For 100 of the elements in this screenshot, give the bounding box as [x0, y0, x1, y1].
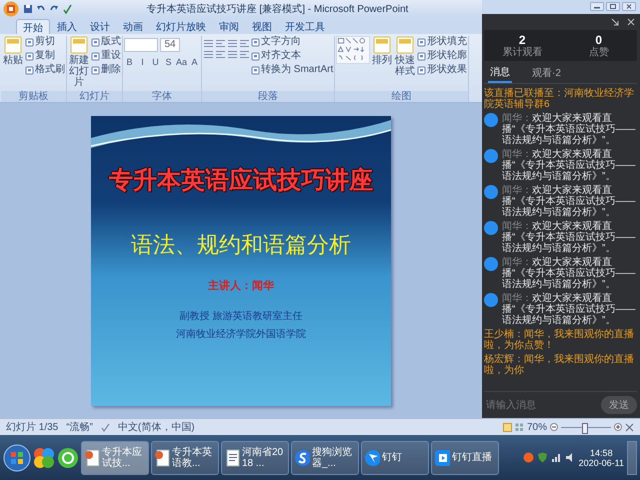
format-button[interactable]: A — [189, 56, 200, 68]
ribbon-button[interactable]: 版式 — [91, 36, 121, 48]
save-icon[interactable] — [23, 4, 33, 14]
chat-message: 杨宏辉：闻华，我来围观你的直播啦，为你 — [484, 354, 635, 376]
align-icon[interactable] — [227, 49, 238, 59]
stat-value: 2 — [518, 33, 526, 47]
document-icon — [154, 448, 170, 466]
align-icon[interactable] — [239, 49, 250, 59]
office-button[interactable] — [3, 1, 19, 17]
avatar-icon — [484, 113, 498, 127]
align-icon[interactable] — [215, 49, 226, 59]
ribbon-tab[interactable]: 开始 — [16, 19, 50, 34]
ribbon-button[interactable]: 转换为 SmartArt — [251, 64, 334, 76]
start-button[interactable] — [3, 444, 31, 472]
ribbon-button[interactable]: 形状效果 — [417, 64, 468, 76]
taskbar-button[interactable]: 河南省2018 ... — [221, 440, 289, 474]
minimize-button[interactable] — [590, 2, 604, 11]
network-icon[interactable] — [550, 452, 562, 463]
document-icon — [224, 448, 240, 466]
fit-window-icon[interactable] — [625, 422, 634, 432]
command-icon — [373, 36, 392, 54]
command-icon — [417, 66, 426, 74]
ribbon-button[interactable]: 重设 — [91, 50, 121, 62]
taskbar-button[interactable]: 搜狗浏览器_... — [291, 440, 359, 474]
zoom-in-icon[interactable] — [614, 423, 622, 431]
ribbon-button[interactable]: 删除 — [91, 64, 121, 76]
status-text: 幻灯片 1/35 — [6, 420, 58, 434]
ribbon-button[interactable]: 文字方向 — [251, 36, 334, 48]
status-text: 中文(简体，中国) — [118, 420, 195, 434]
zoom-out-icon[interactable] — [550, 423, 558, 431]
format-button[interactable]: S — [163, 56, 174, 68]
taskbar-button[interactable]: 专升本英语教... — [151, 440, 219, 474]
taskbar-button[interactable]: 钉钉直播 — [431, 440, 499, 474]
presenter-name: 主讲人：闻华 — [208, 278, 274, 292]
video-icon — [434, 448, 450, 466]
maximize-button[interactable] — [606, 2, 620, 11]
panel-tab[interactable]: 消息 — [488, 64, 512, 83]
shrink-icon[interactable] — [611, 18, 619, 26]
font-name-field[interactable] — [124, 38, 158, 52]
command-icon — [396, 36, 414, 54]
format-button[interactable]: B — [124, 56, 135, 68]
taskbar-button[interactable]: 钉钉 — [361, 440, 429, 474]
chat-message: 闻华：欢迎大家来观看直播“《专升本英语应试技巧——语法规约与语篇分析》”。 — [502, 113, 636, 146]
format-button[interactable]: U — [150, 56, 161, 68]
command-icon — [70, 36, 88, 54]
zoom-level[interactable]: 70% — [526, 422, 547, 432]
command-icon — [91, 52, 100, 60]
command-icon — [251, 38, 260, 46]
command-icon — [25, 52, 34, 60]
notice-text: 该直播已联播至：河南牧业经济学院英语辅导群6 — [484, 88, 635, 110]
command-icon — [91, 38, 100, 46]
clock-time[interactable]: 14:58 — [590, 448, 613, 458]
list-icon[interactable] — [227, 38, 238, 48]
font-size-field[interactable]: 54 — [160, 38, 180, 52]
chat-message: 闻华：欢迎大家来观看直播“《专升本英语应试技巧——语法规约与语篇分析》”。 — [502, 293, 636, 326]
spelling-icon[interactable] — [62, 4, 72, 14]
ribbon-button[interactable]: 剪切 — [25, 36, 65, 48]
ribbon-button[interactable]: 对齐文本 — [251, 50, 334, 62]
list-icon[interactable] — [239, 38, 250, 48]
ribbon-button[interactable]: 排列 — [371, 36, 394, 66]
panel-tab[interactable]: 观看·2 — [530, 64, 563, 83]
pinwheel-icon[interactable] — [33, 446, 55, 468]
format-button[interactable]: I — [137, 56, 148, 68]
send-button[interactable]: 发送 — [601, 396, 637, 414]
zoom-slider-thumb[interactable] — [582, 422, 588, 434]
clock-date[interactable]: 2020-06-11 — [578, 458, 624, 468]
align-icon[interactable] — [203, 49, 214, 59]
shapes-gallery[interactable] — [336, 36, 370, 64]
ribbon-button[interactable]: 复制 — [25, 50, 65, 62]
close-button[interactable] — [622, 2, 636, 11]
ribbon-button[interactable]: 格式刷 — [25, 64, 65, 76]
list-icon[interactable] — [203, 38, 214, 48]
ribbon-tab[interactable]: 审阅 — [213, 19, 245, 34]
avatar-icon — [484, 293, 498, 307]
ribbon-tab[interactable]: 设计 — [84, 19, 116, 34]
slide-title: 专升本英语应试技巧讲座 — [109, 166, 373, 196]
ribbon-button[interactable]: 新建幻灯片 — [68, 36, 90, 88]
avatar-icon — [484, 149, 498, 163]
ribbon-tab[interactable]: 插入 — [51, 19, 83, 34]
format-button[interactable]: Aa — [176, 56, 187, 68]
ribbon-tab[interactable]: 动画 — [117, 19, 149, 34]
ribbon-button[interactable]: 粘贴 — [2, 36, 24, 66]
slide-subtitle: 语法、规约和语篇分析 — [131, 230, 351, 258]
list-icon[interactable] — [215, 38, 226, 48]
status-text: “流畅” — [66, 420, 93, 434]
ribbon-button[interactable]: 形状轮廓 — [417, 50, 468, 62]
message-field[interactable]: 请输入消息 — [484, 397, 597, 413]
ribbon-button[interactable]: 快速样式 — [394, 36, 416, 77]
group-label: 剪贴板 — [1, 91, 66, 102]
command-icon — [25, 66, 34, 74]
spelling-icon[interactable] — [100, 422, 110, 432]
ribbon-tab[interactable]: 视图 — [246, 19, 278, 34]
command-icon — [25, 38, 34, 46]
ribbon-tab[interactable]: 幻灯片放映 — [150, 19, 212, 34]
close-icon[interactable] — [627, 18, 635, 26]
ribbon-button[interactable]: 形状填充 — [417, 36, 468, 48]
ribbon-tab[interactable]: 开发工具 — [279, 19, 331, 34]
command-icon — [417, 38, 426, 46]
chat-message: 闻华：欢迎大家来观看直播“《专升本英语应试技巧——语法规约与语篇分析》”。 — [502, 257, 636, 290]
browser-icon[interactable] — [57, 446, 79, 468]
